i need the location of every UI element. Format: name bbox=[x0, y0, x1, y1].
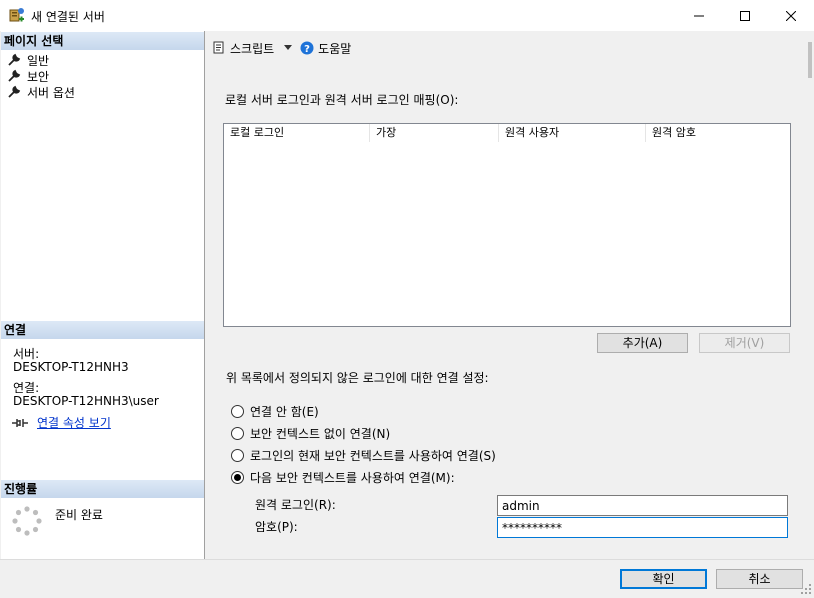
help-button[interactable]: ? 도움말 bbox=[300, 40, 351, 57]
scrollbar[interactable] bbox=[808, 38, 813, 558]
column-header-remote-user[interactable]: 원격 사용자 bbox=[499, 124, 646, 142]
maximize-button[interactable] bbox=[722, 0, 768, 31]
login-mapping-grid[interactable]: 로컬 로그인 가장 원격 사용자 원격 암호 bbox=[223, 123, 791, 327]
connection-label: 연결: bbox=[13, 381, 40, 395]
radio-label: 보안 컨텍스트 없이 연결(N) bbox=[250, 426, 391, 441]
connection-header: 연결 bbox=[1, 321, 204, 339]
wrench-icon bbox=[8, 85, 21, 98]
add-button[interactable]: 추가(A) bbox=[597, 333, 688, 353]
remote-login-label: 원격 로그인(R): bbox=[255, 498, 336, 512]
script-icon bbox=[213, 41, 224, 54]
mapping-label: 로컬 서버 로그인과 원격 서버 로그인 매핑(O): bbox=[225, 93, 459, 107]
remove-button[interactable]: 제거(V) bbox=[699, 333, 790, 353]
view-connection-properties-link[interactable]: 연결 속성 보기 bbox=[37, 414, 111, 431]
page-item-general[interactable]: 일반 bbox=[7, 52, 49, 68]
progress-spinner-icon bbox=[12, 506, 42, 536]
radio-button[interactable] bbox=[231, 404, 244, 418]
left-pane: 페이지 선택 일반 보안 서버 옵션 연결 서버: DESKTOP-T12HNH… bbox=[1, 31, 205, 559]
window-title: 새 연결된 서버 bbox=[31, 10, 105, 24]
radio-connect-no-security[interactable]: 보안 컨텍스트 없이 연결(N) bbox=[231, 425, 390, 441]
script-button[interactable]: 스크립트 bbox=[212, 40, 293, 57]
server-icon bbox=[9, 8, 24, 22]
connection-value: DESKTOP-T12HNH3\user bbox=[13, 394, 159, 408]
radio-label: 로그인의 현재 보안 컨텍스트를 사용하여 연결(S) bbox=[250, 448, 496, 463]
column-header-local-login[interactable]: 로컬 로그인 bbox=[224, 124, 370, 142]
script-label: 스크립트 bbox=[230, 41, 275, 56]
page-item-label: 보안 bbox=[27, 69, 50, 84]
settings-label: 위 목록에서 정의되지 않은 로그인에 대한 연결 설정: bbox=[226, 371, 489, 385]
page-item-server-options[interactable]: 서버 옵션 bbox=[7, 84, 75, 100]
wrench-icon bbox=[8, 69, 21, 82]
connection-plug-icon bbox=[12, 418, 28, 427]
radio-button[interactable] bbox=[231, 426, 244, 440]
radio-connect-current-context[interactable]: 로그인의 현재 보안 컨텍스트를 사용하여 연결(S) bbox=[231, 447, 496, 463]
toolbar: 스크립트 ? 도움말 bbox=[212, 38, 359, 58]
radio-label: 연결 안 함(E) bbox=[250, 404, 319, 419]
radio-connect-this-context[interactable]: 다음 보안 컨텍스트를 사용하여 연결(M): bbox=[231, 469, 455, 485]
title-bar: 새 연결된 서버 bbox=[0, 0, 814, 31]
server-value: DESKTOP-T12HNH3 bbox=[13, 360, 129, 374]
server-label: 서버: bbox=[13, 347, 40, 361]
radio-button[interactable] bbox=[231, 448, 244, 462]
resize-grip-icon[interactable] bbox=[800, 583, 812, 595]
cancel-button[interactable]: 취소 bbox=[716, 569, 803, 589]
chevron-down-icon bbox=[284, 45, 293, 50]
password-label: 암호(P): bbox=[255, 520, 298, 534]
page-item-label: 서버 옵션 bbox=[27, 85, 75, 100]
radio-label: 다음 보안 컨텍스트를 사용하여 연결(M): bbox=[250, 470, 455, 485]
help-icon: ? bbox=[300, 41, 314, 55]
page-item-label: 일반 bbox=[27, 53, 50, 68]
wrench-icon bbox=[8, 53, 21, 66]
minimize-icon bbox=[694, 15, 704, 16]
page-select-header: 페이지 선택 bbox=[1, 32, 204, 50]
password-input[interactable] bbox=[497, 517, 788, 538]
scrollbar-thumb[interactable] bbox=[808, 42, 812, 78]
close-button[interactable] bbox=[768, 0, 814, 31]
minimize-button[interactable] bbox=[676, 0, 722, 31]
radio-not-connect[interactable]: 연결 안 함(E) bbox=[231, 403, 319, 419]
remote-login-input[interactable] bbox=[497, 495, 788, 516]
close-icon bbox=[786, 10, 796, 21]
ok-button[interactable]: 확인 bbox=[620, 569, 707, 589]
maximize-icon bbox=[740, 10, 750, 21]
column-header-impersonate[interactable]: 가장 bbox=[370, 124, 499, 142]
page-item-security[interactable]: 보안 bbox=[7, 68, 49, 84]
column-header-remote-password[interactable]: 원격 암호 bbox=[646, 124, 791, 142]
progress-header: 진행률 bbox=[1, 480, 204, 498]
help-label: 도움말 bbox=[318, 41, 352, 56]
view-connection-properties[interactable]: 연결 속성 보기 bbox=[11, 414, 111, 431]
svg-text:?: ? bbox=[304, 44, 310, 55]
radio-button-selected[interactable] bbox=[231, 470, 244, 484]
progress-status: 준비 완료 bbox=[55, 508, 103, 522]
